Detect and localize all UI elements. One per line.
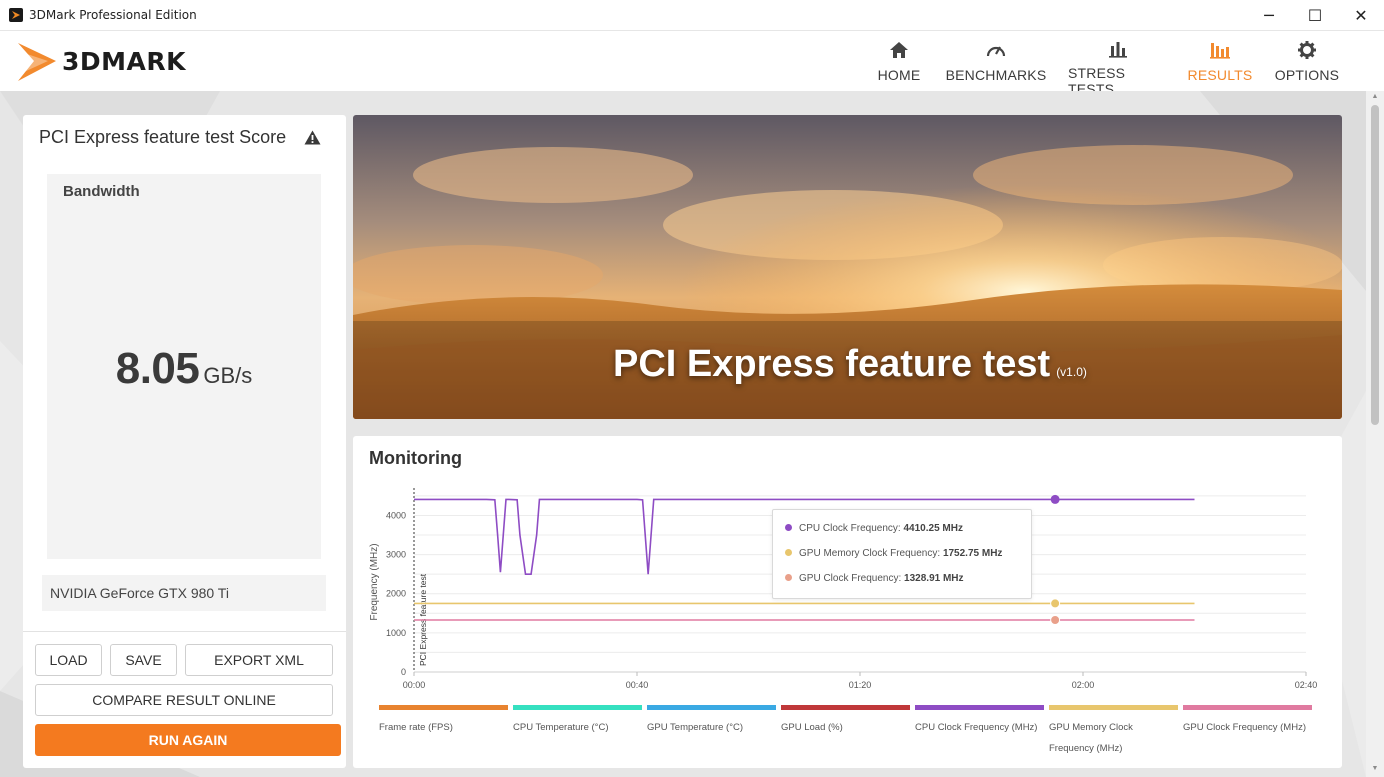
legend-swatch	[781, 705, 910, 710]
nav-options-label: OPTIONS	[1274, 67, 1340, 83]
run-again-button[interactable]: RUN AGAIN	[35, 724, 341, 756]
y-tick-label: 3000	[386, 550, 406, 560]
nav-stress-tests[interactable]: STRESS TESTS	[1068, 31, 1168, 97]
compare-result-online-button[interactable]: COMPARE RESULT ONLINE	[35, 684, 333, 716]
y-tick-label: 1000	[386, 628, 406, 638]
tooltip-label: GPU Memory Clock Frequency:	[799, 548, 941, 559]
legend-swatch	[379, 705, 508, 710]
gpu-name: NVIDIA GeForce GTX 980 Ti	[50, 585, 229, 601]
legend-swatch	[513, 705, 642, 710]
x-tick-label: 01:20	[849, 680, 872, 690]
y-tick-label: 2000	[386, 589, 406, 599]
legend-swatch	[647, 705, 776, 710]
gpu-info: NVIDIA GeForce GTX 980 Ti	[42, 575, 326, 611]
legend-swatch	[915, 705, 1044, 710]
score-title: PCI Express feature test Score	[39, 127, 287, 147]
banner-title: PCI Express feature test (v1.0)	[613, 343, 1087, 386]
monitoring-panel: Monitoring 0 1000 2000 3000 4000 00:00 00:40 01…	[353, 436, 1342, 768]
x-tick-label: 00:40	[626, 680, 649, 690]
test-banner: PCI Express feature test (v1.0)	[353, 115, 1342, 419]
hover-point-1	[1050, 598, 1061, 609]
legend-label: CPU Clock Frequency (MHz)	[915, 722, 1038, 733]
maximize-button[interactable]: ☐	[1292, 0, 1338, 31]
nav-benchmarks-label: BENCHMARKS	[945, 67, 1047, 83]
x-tick-label: 00:00	[403, 680, 426, 690]
hover-point-2	[1050, 614, 1061, 625]
hover-point-0	[1050, 494, 1060, 504]
scroll-thumb[interactable]	[1371, 105, 1379, 425]
nav-options[interactable]: OPTIONS	[1272, 31, 1342, 91]
legend-swatch	[1049, 705, 1178, 710]
nav-home-label: HOME	[877, 67, 921, 83]
tooltip-value: 1328.91 MHz	[904, 573, 964, 584]
save-button[interactable]: SAVE	[110, 644, 177, 676]
legend-gpu-clock[interactable]: GPU Clock Frequency (MHz)	[1183, 705, 1313, 738]
legend-swatch	[1183, 705, 1312, 710]
legend-gpu-temperature[interactable]: GPU Temperature (°C)	[647, 705, 777, 738]
title-bar: 3DMark Professional Edition ─ ☐ ✕	[0, 0, 1384, 31]
nav-home[interactable]: HOME	[870, 31, 928, 91]
gear-icon	[1297, 40, 1317, 60]
tooltip-value: 1752.75 MHz	[942, 548, 1003, 559]
results-icon	[1209, 40, 1231, 60]
app-header: 3DMARK HOME BENCHMARKS STRESS TESTS RESU…	[0, 31, 1384, 97]
nav-results-label: RESULTS	[1187, 67, 1253, 83]
y-axis-label: Frequency (MHz)	[369, 543, 380, 620]
tooltip-label: CPU Clock Frequency:	[799, 523, 901, 534]
legend-label: Frame rate (FPS)	[379, 722, 453, 733]
y-tick-label: 0	[401, 667, 406, 677]
home-icon	[889, 40, 909, 60]
vertical-scrollbar[interactable]: ▲ ▼	[1366, 91, 1384, 777]
window-title: 3DMark Professional Edition	[29, 8, 197, 22]
minimize-button[interactable]: ─	[1246, 0, 1292, 31]
legend-label: GPU Clock Frequency (MHz)	[1183, 722, 1306, 733]
tooltip-row-gpu-mem-clock: GPU Memory Clock Frequency: 1752.75 MHz	[785, 548, 1002, 559]
legend-label: GPU Temperature (°C)	[647, 722, 744, 733]
legend-label: GPU Load (%)	[781, 722, 843, 733]
legend-gpu-memory-clock[interactable]: GPU Memory Clock Frequency (MHz)	[1049, 705, 1179, 759]
score-number: 8.05	[115, 344, 200, 393]
legend-label: GPU Memory Clock Frequency (MHz)	[1049, 722, 1133, 754]
legend-frame-rate[interactable]: Frame rate (FPS)	[379, 705, 509, 738]
tooltip-value: 4410.25 MHz	[903, 523, 963, 534]
banner-version: (v1.0)	[1056, 365, 1087, 379]
logo-text: 3DMARK	[62, 47, 186, 76]
gpu-clock-dot-icon	[785, 574, 792, 581]
x-tick-label: 02:00	[1072, 680, 1095, 690]
nav-results[interactable]: RESULTS	[1188, 31, 1252, 91]
tooltip-label: GPU Clock Frequency:	[799, 573, 902, 584]
bar-chart-icon	[1108, 40, 1128, 58]
legend-cpu-temperature[interactable]: CPU Temperature (°C)	[513, 705, 643, 738]
legend-gpu-load[interactable]: GPU Load (%)	[781, 705, 911, 738]
tooltip-row-gpu-clock: GPU Clock Frequency: 1328.91 MHz	[785, 573, 964, 584]
cpu-clock-dot-icon	[785, 524, 792, 531]
gpu-memory-clock-dot-icon	[785, 549, 792, 556]
scroll-down-icon[interactable]: ▼	[1371, 765, 1379, 773]
3dmark-logo[interactable]: 3DMARK	[16, 37, 216, 83]
bandwidth-label: Bandwidth	[63, 183, 140, 200]
legend-cpu-clock[interactable]: CPU Clock Frequency (MHz)	[915, 705, 1045, 738]
bandwidth-card: Bandwidth 8.05 GB/s	[47, 174, 321, 559]
content-area: ▲ ▼ PCI Express feature test Score Bandw…	[0, 91, 1384, 777]
banner-title-text: PCI Express feature test	[613, 343, 1051, 385]
export-xml-button[interactable]: EXPORT XML	[185, 644, 333, 676]
close-button[interactable]: ✕	[1338, 0, 1384, 31]
score-panel: PCI Express feature test Score Bandwidth…	[23, 115, 346, 768]
x-tick-label: 02:40	[1295, 680, 1318, 690]
divider	[23, 631, 346, 632]
nav-benchmarks[interactable]: BENCHMARKS	[944, 31, 1048, 91]
load-button[interactable]: LOAD	[35, 644, 102, 676]
legend-label: CPU Temperature (°C)	[513, 722, 609, 733]
logo-swoosh-icon	[18, 43, 56, 81]
score-value: 8.05 GB/s	[47, 344, 321, 394]
score-unit: GB/s	[203, 363, 253, 388]
y-tick-label: 4000	[386, 510, 406, 520]
tooltip-row-cpu-clock: CPU Clock Frequency: 4410.25 MHz	[785, 523, 963, 534]
app-icon	[9, 8, 23, 22]
chart-tooltip: CPU Clock Frequency: 4410.25 MHz GPU Mem…	[772, 509, 1032, 599]
scroll-up-icon[interactable]: ▲	[1371, 93, 1379, 101]
gauge-icon	[985, 40, 1007, 60]
warning-icon[interactable]	[304, 130, 321, 150]
